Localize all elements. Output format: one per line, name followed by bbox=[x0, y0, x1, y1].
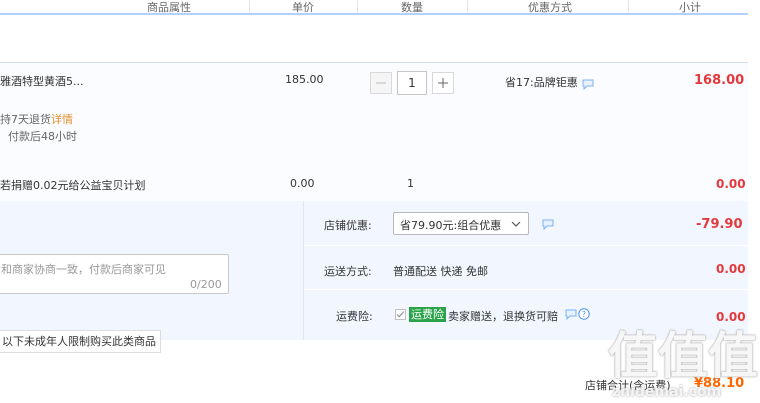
help-icon[interactable]: ? bbox=[578, 308, 590, 323]
check-icon bbox=[396, 311, 405, 318]
details-link[interactable]: 详情 bbox=[51, 111, 73, 127]
age-notice: 以下未成年人限制购买此类商品 bbox=[0, 330, 161, 353]
ship-time: 付款后48小时 bbox=[8, 130, 77, 143]
plus-icon bbox=[438, 78, 448, 88]
header-divider bbox=[628, 0, 629, 13]
item-title[interactable]: 雅酒特型黄酒5... bbox=[0, 73, 84, 89]
header-divider bbox=[467, 0, 468, 13]
return-policy: 持7天退货 bbox=[0, 113, 51, 126]
shipping-value: 普通配送 快递 免邮 bbox=[393, 265, 488, 278]
message-input[interactable]: 和商家协商一致，付款后商家可见 0/200 bbox=[0, 254, 229, 294]
summary-row-divider bbox=[304, 245, 748, 246]
insurance-text: 卖家赠送，退换货可赔 bbox=[448, 310, 558, 323]
charity-subtotal: 0.00 bbox=[716, 177, 746, 191]
shipping-label: 运送方式: bbox=[324, 265, 372, 278]
watermark-site: zhidemai.com bbox=[612, 384, 722, 400]
store-discount-select[interactable]: 省79.90元:组合优惠 bbox=[393, 212, 529, 235]
header-divider bbox=[357, 0, 358, 13]
message-counter: 0/200 bbox=[190, 278, 222, 291]
header-underline bbox=[0, 13, 748, 15]
store-discount-value: 省79.90元:组合优惠 bbox=[400, 219, 502, 232]
shipping-amount: 0.00 bbox=[716, 262, 746, 276]
insurance-checkbox[interactable] bbox=[395, 309, 406, 320]
svg-text:?: ? bbox=[582, 310, 586, 319]
age-notice-text: 以下未成年人限制购买此类商品 bbox=[2, 335, 156, 348]
chevron-down-icon bbox=[511, 218, 521, 231]
quantity-decrease-button[interactable] bbox=[370, 72, 392, 94]
summary-row-divider bbox=[304, 289, 748, 290]
chat-bubble-icon[interactable] bbox=[565, 309, 577, 323]
item-subtotal: 168.00 bbox=[694, 73, 745, 88]
charity-quantity: 1 bbox=[407, 177, 414, 190]
insurance-badge: 运费险 bbox=[409, 307, 446, 322]
charity-price: 0.00 bbox=[290, 177, 315, 190]
insurance-label: 运费险: bbox=[336, 310, 373, 323]
store-discount-label: 店铺优惠: bbox=[324, 219, 372, 232]
summary-divider bbox=[303, 201, 304, 340]
quantity-input[interactable]: 1 bbox=[397, 71, 427, 95]
minus-icon bbox=[376, 82, 386, 84]
watermark-logo: 值值值 bbox=[608, 327, 758, 385]
item-discount: 省17:品牌钜惠 bbox=[505, 76, 578, 89]
quantity-increase-button[interactable] bbox=[432, 72, 454, 94]
table-header: 商品属性 单价 数量 优惠方式 小计 bbox=[0, 0, 760, 14]
store-discount-amount: -79.90 bbox=[696, 217, 743, 232]
chat-bubble-icon[interactable] bbox=[542, 219, 554, 233]
message-placeholder: 和商家协商一致，付款后商家可见 bbox=[1, 263, 166, 276]
charity-label[interactable]: 若捐赠0.02元给公益宝贝计划 bbox=[0, 177, 146, 193]
header-divider bbox=[249, 0, 250, 13]
chat-bubble-icon[interactable] bbox=[582, 79, 594, 93]
item-price: 185.00 bbox=[285, 73, 324, 86]
